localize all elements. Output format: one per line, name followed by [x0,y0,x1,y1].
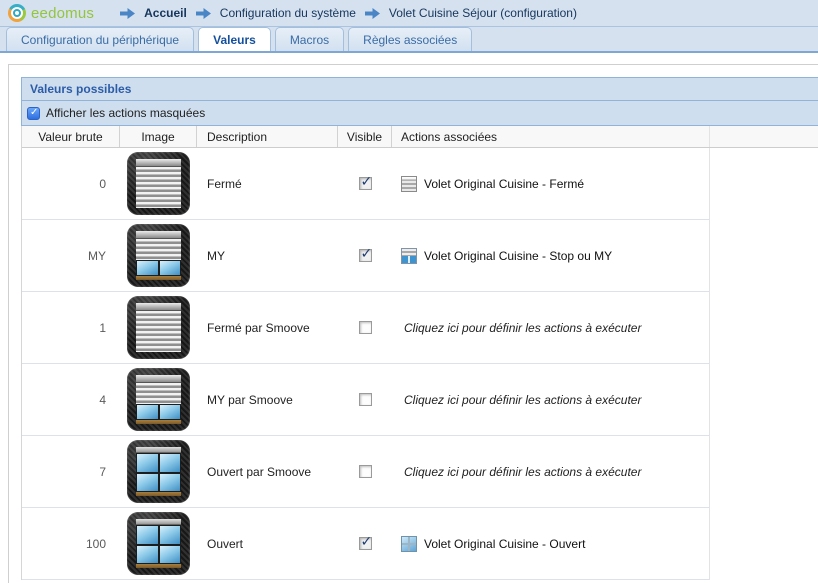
associated-action-label: Volet Original Cuisine - Fermé [424,177,584,191]
row-extra [710,292,818,364]
associated-action-label: Volet Original Cuisine - Stop ou MY [424,249,612,263]
visible-checkbox[interactable] [359,465,372,478]
tab-valeurs[interactable]: Valeurs [198,27,271,51]
table-body: 0FerméVolet Original Cuisine - FerméMYMY… [22,148,818,580]
device-image-shutter-closed[interactable] [127,152,190,215]
show-hidden-actions-label: Afficher les actions masquées [46,106,205,120]
table-row: 7 Ouvert par Smoove Cliquez ici pour défin… [22,436,818,508]
breadcrumb-item[interactable]: Volet Cuisine Séjour (configuration) [389,6,577,20]
row-extra [710,508,818,580]
image-cell [120,508,197,579]
visible-checkbox[interactable] [359,249,372,262]
actions-cell: Volet Original Cuisine - Stop ou MY [392,220,709,291]
associated-action-link[interactable]: Volet Original Cuisine - Ouvert [401,536,585,552]
table-header-row: Valeur bruteImageDescriptionVisibleActio… [22,126,818,148]
tab-macros[interactable]: Macros [275,27,344,51]
visible-cell [338,508,392,579]
table-row: 4 MY par Smoove Cliquez ici pour définir l… [22,364,818,436]
top-bar: eedomus Accueil Configuration du système V… [0,0,818,27]
shutter-my-icon [401,248,417,264]
visible-checkbox[interactable] [359,393,372,406]
raw-value-cell: MY [22,220,120,291]
device-image-shutter-my[interactable] [127,368,190,431]
table-row: 1 Fermé par Smoove Cliquez ici pour défini… [22,292,818,364]
visible-checkbox[interactable] [359,321,372,334]
raw-value-cell: 1 [22,292,120,363]
breadcrumb: Accueil Configuration du système Volet Cui… [118,6,577,20]
visible-checkbox[interactable] [359,177,372,190]
raw-value-cell: 100 [22,508,120,579]
breadcrumb-arrow-icon [365,8,380,19]
row-extra [710,220,818,292]
visible-cell [338,148,392,219]
description-cell: Fermé [197,148,338,219]
column-header-actions: Actions associées [392,126,709,147]
image-cell [120,148,197,219]
device-image-window-open[interactable] [127,512,190,575]
breadcrumb-arrow-icon [120,8,135,19]
column-header-image: Image [120,126,197,147]
content-container: Valeurs possibles Afficher les actions m… [8,64,818,583]
raw-value-cell: 7 [22,436,120,507]
table-row: 0 Fermé Volet Original Cuisine - Fermé [22,148,818,220]
window-open-icon [401,536,417,552]
tab-bar: Configuration du périphériqueValeursMacr… [0,27,818,53]
device-image-shutter-my[interactable] [127,224,190,287]
tab-configuration-du-p-riph-rique[interactable]: Configuration du périphérique [6,27,194,51]
column-header-visible: Visible [338,126,392,147]
row-extra [710,436,818,508]
define-actions-link[interactable]: Cliquez ici pour définir les actions à e… [401,465,641,479]
description-cell: Ouvert par Smoove [197,436,338,507]
visible-cell [338,436,392,507]
shutter-closed-icon [401,176,417,192]
actions-cell: Cliquez ici pour définir les actions à e… [392,436,709,507]
tab-r-gles-associ-es[interactable]: Règles associées [348,27,472,51]
row-extra [710,148,818,220]
breadcrumb-item[interactable]: Configuration du système [220,6,356,20]
breadcrumb-item[interactable]: Accueil [144,6,187,20]
image-cell [120,292,197,363]
associated-action-link[interactable]: Volet Original Cuisine - Fermé [401,176,584,192]
description-cell: Ouvert [197,508,338,579]
show-hidden-actions-checkbox[interactable] [27,107,40,120]
visible-checkbox[interactable] [359,537,372,550]
eedomus-logo[interactable]: eedomus [8,4,94,22]
row-extra [710,364,818,436]
description-cell: MY [197,220,338,291]
image-cell [120,364,197,435]
eedomus-logo-icon [8,4,26,22]
table-header-cells: Valeur bruteImageDescriptionVisibleActio… [22,126,710,147]
raw-value-cell: 4 [22,364,120,435]
associated-action-link[interactable]: Volet Original Cuisine - Stop ou MY [401,248,612,264]
image-cell [120,220,197,291]
show-hidden-actions-row: Afficher les actions masquées [22,101,818,125]
eedomus-logo-text: eedomus [31,5,94,22]
actions-cell: Cliquez ici pour définir les actions à e… [392,292,709,363]
description-cell: MY par Smoove [197,364,338,435]
raw-value-cell: 0 [22,148,120,219]
define-actions-link[interactable]: Cliquez ici pour définir les actions à e… [401,393,641,407]
associated-action-label: Volet Original Cuisine - Ouvert [424,537,585,551]
visible-cell [338,292,392,363]
description-cell: Fermé par Smoove [197,292,338,363]
image-cell [120,436,197,507]
visible-cell [338,364,392,435]
table-row: 100 Ouvert Volet Original Cuisine - Ouvert [22,508,818,580]
actions-cell: Cliquez ici pour définir les actions à e… [392,364,709,435]
values-table: Valeur bruteImageDescriptionVisibleActio… [21,126,818,580]
possible-values-panel: Valeurs possibles Afficher les actions m… [21,77,818,126]
column-header-value: Valeur brute [22,126,120,147]
define-actions-link[interactable]: Cliquez ici pour définir les actions à e… [401,321,641,335]
column-header-desc: Description [197,126,338,147]
table-header-extra [710,126,818,147]
actions-cell: Volet Original Cuisine - Fermé [392,148,709,219]
panel-title: Valeurs possibles [22,78,818,101]
actions-cell: Volet Original Cuisine - Ouvert [392,508,709,579]
device-image-shutter-closed[interactable] [127,296,190,359]
breadcrumb-arrow-icon [196,8,211,19]
visible-cell [338,220,392,291]
device-image-window-open[interactable] [127,440,190,503]
table-row: MY MY Volet Original Cuisine - Stop ou MY [22,220,818,292]
